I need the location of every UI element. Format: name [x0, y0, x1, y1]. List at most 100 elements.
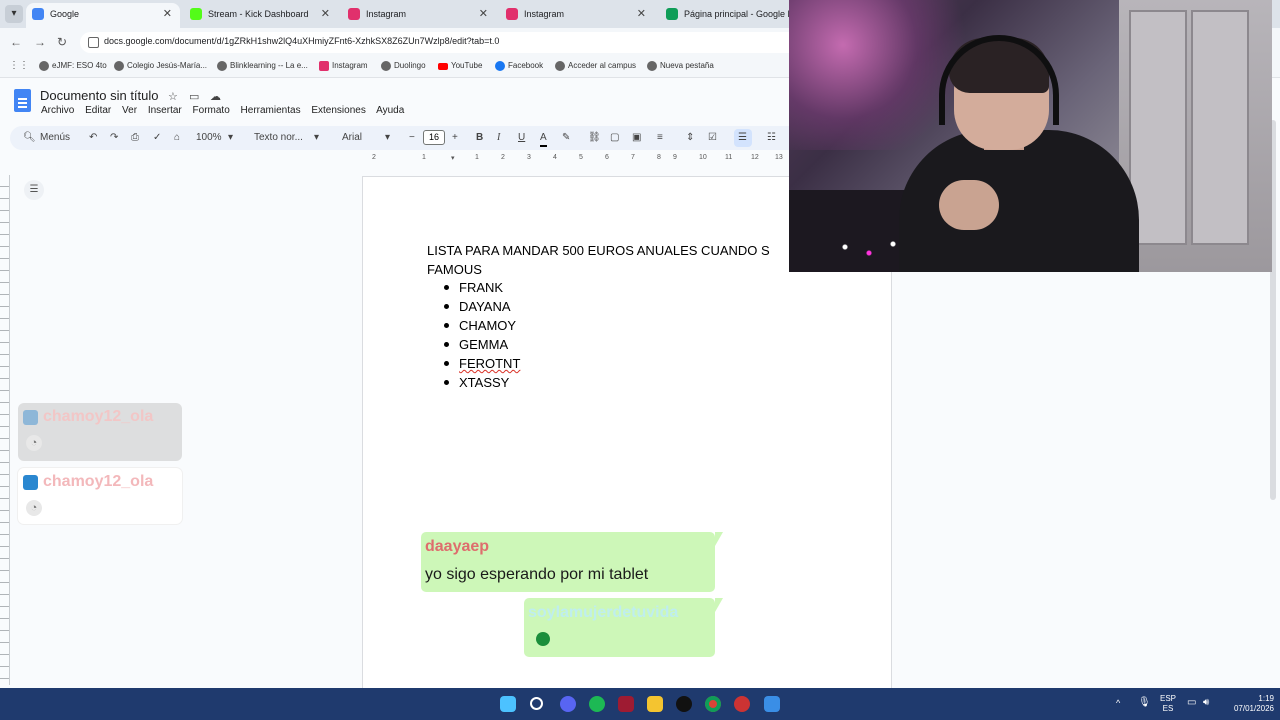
menu-archivo[interactable]: Archivo	[41, 105, 74, 116]
tab-google[interactable]: Google ✕	[26, 3, 180, 28]
star-icon[interactable]: ☆	[168, 90, 178, 103]
display-icon[interactable]: ▭	[1187, 698, 1196, 708]
tab-kick-dashboard[interactable]: Stream - Kick Dashboard ✕	[184, 3, 338, 28]
menu-formato[interactable]: Formato	[193, 105, 230, 116]
globe-icon	[217, 61, 227, 71]
list-item[interactable]: DAYANA	[443, 297, 520, 316]
list-item[interactable]: CHAMOY	[443, 316, 520, 335]
link-icon[interactable]: ⛓	[588, 131, 601, 145]
ruler-indent-marker[interactable]: ▾	[451, 154, 455, 162]
search-menus-label[interactable]: Menús	[40, 131, 70, 145]
close-icon[interactable]: ✕	[637, 3, 646, 25]
url-text[interactable]: docs.google.com/document/d/1gZRkH1shw2lQ…	[104, 36, 499, 46]
bookmark[interactable]: Colegio Jesús-María...	[114, 60, 207, 72]
undo-icon[interactable]: ↶	[89, 131, 97, 145]
bookmark[interactable]: Nueva pestaña	[647, 60, 714, 72]
zoom-select[interactable]: 100%	[196, 131, 222, 145]
document-heading[interactable]: LISTA PARA MANDAR 500 EUROS ANUALES CUAN…	[427, 241, 827, 279]
ruler-tick: 11	[725, 154, 733, 161]
checklist-icon[interactable]: ☑	[708, 131, 717, 145]
numbered-list-icon[interactable]: ☷	[767, 131, 776, 145]
tab-instagram-2[interactable]: Instagram ✕	[500, 3, 654, 28]
windows-start-icon[interactable]	[500, 696, 516, 712]
horizontal-ruler[interactable]: 2 1 ▾ 1 2 3 4 5 6 7 8 9 10 11 12 13	[362, 154, 792, 166]
spotify-icon[interactable]	[589, 696, 605, 712]
redo-icon[interactable]: ↷	[110, 131, 118, 145]
comment-icon[interactable]: ▢	[610, 131, 619, 145]
spellcheck-icon[interactable]: ✓	[153, 131, 161, 145]
kick-badge-icon	[23, 475, 38, 490]
globe-icon	[39, 61, 49, 71]
list-item[interactable]: GEMMA	[443, 335, 520, 354]
image-icon[interactable]: ▣	[632, 131, 641, 145]
menu-editar[interactable]: Editar	[85, 105, 111, 116]
italic-icon[interactable]: I	[497, 131, 500, 145]
bookmark[interactable]: Acceder al campus	[555, 60, 636, 72]
app-icon[interactable]	[618, 696, 634, 712]
font-size-input[interactable]: 16	[423, 130, 445, 145]
search-icon[interactable]	[530, 697, 543, 710]
chevron-up-icon[interactable]: ^	[1116, 698, 1120, 708]
misspelled-word[interactable]: FEROTNT	[459, 356, 520, 371]
menu-ver[interactable]: Ver	[122, 105, 137, 116]
decrease-font-size-icon[interactable]: −	[409, 131, 415, 145]
close-icon[interactable]: ✕	[321, 3, 330, 25]
bookmark[interactable]: Facebook	[495, 60, 543, 72]
bookmark[interactable]: Instagram	[319, 60, 368, 72]
site-info-icon[interactable]	[88, 37, 99, 48]
style-select[interactable]: Texto nor...	[254, 131, 303, 145]
document-outline-icon[interactable]: ☰	[24, 180, 44, 200]
file-explorer-icon[interactable]	[647, 696, 663, 712]
increase-font-size-icon[interactable]: +	[452, 131, 458, 145]
bookmark[interactable]: eJMF: ESO 4to	[39, 60, 107, 72]
bookmark[interactable]: YouTube	[438, 60, 482, 72]
vertical-ruler[interactable]	[0, 175, 10, 685]
document-title[interactable]: Documento sin título	[40, 88, 159, 103]
menu-ayuda[interactable]: Ayuda	[376, 105, 404, 116]
app-icon[interactable]	[734, 696, 750, 712]
bold-icon[interactable]: B	[476, 131, 483, 145]
discord-icon[interactable]	[560, 696, 576, 712]
menu-insertar[interactable]: Insertar	[148, 105, 182, 116]
menu-extensiones[interactable]: Extensiones	[311, 105, 365, 116]
language-indicator[interactable]: ESP ES	[1158, 694, 1178, 714]
print-icon[interactable]: ⎙	[131, 131, 139, 145]
bookmark-label: eJMF: ESO 4to	[52, 61, 107, 70]
list-item[interactable]: FEROTNT	[443, 354, 520, 373]
font-select[interactable]: Arial	[342, 131, 362, 145]
line-spacing-icon[interactable]: ⇕	[686, 131, 694, 145]
forward-icon[interactable]: →	[32, 34, 48, 50]
close-icon[interactable]: ✕	[479, 3, 488, 25]
obs-icon[interactable]	[676, 696, 692, 712]
underline-icon[interactable]: U	[518, 131, 525, 145]
tab-search-icon[interactable]: ▾	[5, 5, 23, 23]
back-icon[interactable]: ←	[8, 34, 24, 50]
highlight-icon[interactable]: ✎	[562, 131, 570, 145]
move-folder-icon[interactable]: ▭	[189, 90, 199, 103]
reload-icon[interactable]: ↻	[54, 34, 70, 50]
bulleted-list[interactable]: FRANK DAYANA CHAMOY GEMMA FEROTNT XTASSY	[443, 278, 520, 392]
list-item[interactable]: FRANK	[443, 278, 520, 297]
paint-format-icon[interactable]: ⌂	[174, 131, 180, 145]
volume-icon[interactable]: 🔊︎	[1203, 698, 1209, 708]
chrome-icon[interactable]	[705, 696, 721, 712]
google-docs-logo[interactable]	[14, 89, 31, 112]
menu-herramientas[interactable]: Herramientas	[241, 105, 301, 116]
apps-grid-icon[interactable]: ⋮⋮	[9, 61, 29, 71]
tab-instagram[interactable]: Instagram ✕	[342, 3, 496, 28]
bulleted-list-icon[interactable]: ☰	[738, 131, 747, 145]
search-menus-icon[interactable]: 🔍︎	[23, 131, 36, 145]
bookmark[interactable]: Duolingo	[381, 60, 426, 72]
bookmark[interactable]: Blinklearning -- La e...	[217, 60, 308, 72]
microphone-icon[interactable]: 🎙︎	[1138, 698, 1151, 708]
remote-desktop-icon[interactable]	[764, 696, 780, 712]
align-left-icon[interactable]: ≡	[657, 131, 663, 145]
chat-username: chamoy12_ola	[43, 408, 154, 425]
close-icon[interactable]: ✕	[163, 3, 172, 25]
tab-google-drive[interactable]: Página principal - Google Drive	[660, 3, 800, 28]
list-item[interactable]: XTASSY	[443, 373, 520, 392]
cloud-saved-icon[interactable]: ☁	[210, 90, 221, 103]
text-color-icon[interactable]: A	[540, 131, 547, 147]
chevron-down-icon: ▾	[314, 132, 320, 143]
clock[interactable]: 1:19 07/01/2026	[1222, 694, 1274, 714]
